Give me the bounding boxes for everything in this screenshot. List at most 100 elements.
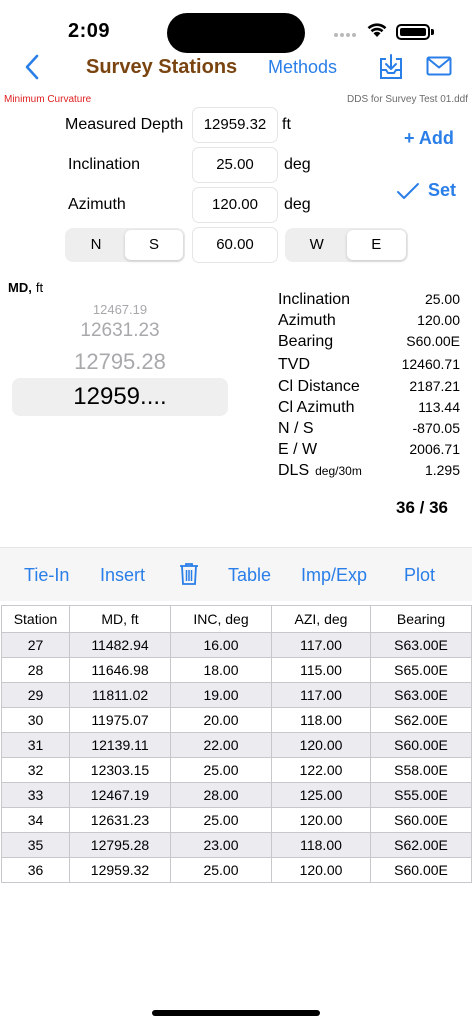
table-cell: 122.00 <box>271 757 371 783</box>
import-export-button[interactable]: Imp/Exp <box>301 565 367 586</box>
table-row[interactable]: 29 11811.02 19.00 117.00 S63.00E <box>1 682 472 708</box>
result-label: Azimuth <box>278 312 336 329</box>
measured-depth-field[interactable]: 12959.32 <box>192 107 278 143</box>
result-row: TVD 12460.71 <box>278 356 460 374</box>
table-cell: 36 <box>1 857 70 883</box>
inclination-label: Inclination <box>68 156 141 173</box>
result-row: Azimuth 120.00 <box>278 312 460 330</box>
azimuth-field[interactable]: 120.00 <box>192 187 278 223</box>
result-label: Inclination <box>278 291 351 308</box>
table-cell: 118.00 <box>271 707 371 733</box>
table-cell: 120.00 <box>271 807 371 833</box>
insert-button[interactable]: Insert <box>100 565 145 586</box>
bottom-toolbar: Tie-In Insert Table Imp/Exp Plot <box>0 547 472 601</box>
table-cell: S60.00E <box>370 857 472 883</box>
picker-item[interactable]: 12631.23 <box>12 320 228 342</box>
column-header[interactable]: Station <box>1 605 70 633</box>
inclination-field[interactable]: 25.00 <box>192 147 278 183</box>
set-station-button[interactable]: Set <box>396 180 456 201</box>
table-cell: S63.00E <box>370 632 472 658</box>
table-cell: 22.00 <box>170 732 272 758</box>
measured-depth-label: Measured Depth <box>65 116 184 133</box>
result-row: Cl Distance 2187.21 <box>278 378 460 396</box>
add-station-button[interactable]: + Add <box>404 128 454 149</box>
station-counter: 36 / 36 <box>396 498 448 517</box>
file-name-label: DDS for Survey Test 01.ddf <box>347 94 468 105</box>
dynamic-island <box>167 13 305 53</box>
picker-item[interactable]: 12467.19 <box>12 302 228 317</box>
west-segment[interactable]: W <box>287 230 347 260</box>
table-cell: 125.00 <box>271 782 371 808</box>
result-value: 25.00 <box>424 291 460 307</box>
table-cell: 12631.23 <box>69 807 171 833</box>
north-south-segmented-control: N S <box>65 228 185 262</box>
result-label: Bearing <box>278 333 334 350</box>
result-row: E / W 2006.71 <box>278 441 460 459</box>
north-segment[interactable]: N <box>67 230 125 260</box>
table-cell: 25.00 <box>170 857 272 883</box>
table-row[interactable]: 36 12959.32 25.00 120.00 S60.00E <box>1 857 472 883</box>
table-cell: 23.00 <box>170 832 272 858</box>
table-cell: 31 <box>1 732 70 758</box>
wifi-icon <box>367 23 387 37</box>
result-row: Bearing S60.00E <box>278 333 460 351</box>
table-row[interactable]: 28 11646.98 18.00 115.00 S65.00E <box>1 657 472 683</box>
result-label: E / W <box>278 441 318 458</box>
table-cell: S55.00E <box>370 782 472 808</box>
table-row[interactable]: 35 12795.28 23.00 118.00 S62.00E <box>1 832 472 858</box>
md-picker-label: MD, ft <box>8 280 44 295</box>
column-header[interactable]: MD, ft <box>69 605 171 633</box>
table-cell: 12303.15 <box>69 757 171 783</box>
result-row: DLS deg/30m 1.295 <box>278 462 460 480</box>
table-cell: 120.00 <box>271 732 371 758</box>
set-label: Set <box>428 180 457 200</box>
table-row[interactable]: 27 11482.94 16.00 117.00 S63.00E <box>1 632 472 658</box>
bearing-angle-field[interactable]: 60.00 <box>192 227 278 263</box>
table-cell: 28.00 <box>170 782 272 808</box>
table-cell: 11482.94 <box>69 632 171 658</box>
result-label: DLS <box>278 462 310 479</box>
column-header[interactable]: INC, deg <box>170 605 272 633</box>
table-cell: 12139.11 <box>69 732 171 758</box>
page-title: Survey Stations <box>86 56 238 78</box>
column-header[interactable]: Bearing <box>370 605 472 633</box>
south-segment[interactable]: S <box>125 230 183 260</box>
table-cell: 34 <box>1 807 70 833</box>
methods-button[interactable]: Methods <box>268 57 337 78</box>
table-button[interactable]: Table <box>228 565 271 586</box>
east-segment[interactable]: E <box>346 230 406 260</box>
table-cell: S58.00E <box>370 757 472 783</box>
picker-item[interactable]: 12795.28 <box>12 349 228 375</box>
tray-download-icon[interactable] <box>378 53 404 81</box>
navigation-bar: Survey Stations Methods <box>0 48 472 88</box>
mail-icon[interactable] <box>426 56 452 76</box>
battery-icon <box>396 24 430 40</box>
back-chevron-icon[interactable] <box>24 54 40 80</box>
status-bar: 2:09 <box>0 0 472 53</box>
table-row[interactable]: 32 12303.15 25.00 122.00 S58.00E <box>1 757 472 783</box>
plot-button[interactable]: Plot <box>404 565 435 586</box>
table-cell: 115.00 <box>271 657 371 683</box>
azimuth-label: Azimuth <box>68 196 126 213</box>
result-value: 2006.71 <box>409 441 460 457</box>
result-row: N / S -870.05 <box>278 420 460 438</box>
picker-selected-item[interactable]: 12959.... <box>12 378 228 416</box>
table-row[interactable]: 30 11975.07 20.00 118.00 S62.00E <box>1 707 472 733</box>
table-cell: 11811.02 <box>69 682 171 708</box>
result-unit: deg/30m <box>315 464 362 478</box>
table-cell: 12795.28 <box>69 832 171 858</box>
table-row[interactable]: 34 12631.23 25.00 120.00 S60.00E <box>1 807 472 833</box>
table-row[interactable]: 33 12467.19 28.00 125.00 S55.00E <box>1 782 472 808</box>
result-label: N / S <box>278 420 314 437</box>
table-cell: 12959.32 <box>69 857 171 883</box>
checkmark-icon <box>397 182 419 199</box>
tie-in-button[interactable]: Tie-In <box>24 565 69 586</box>
table-row[interactable]: 31 12139.11 22.00 120.00 S60.00E <box>1 732 472 758</box>
result-value: 120.00 <box>417 312 460 328</box>
table-cell: 12467.19 <box>69 782 171 808</box>
table-cell: 25.00 <box>170 757 272 783</box>
trash-icon[interactable] <box>179 562 199 586</box>
column-header[interactable]: AZI, deg <box>271 605 371 633</box>
table-body: 27 11482.94 16.00 117.00 S63.00E 28 11646.98 18… <box>1 632 472 883</box>
result-row: Cl Azimuth 113.44 <box>278 399 460 417</box>
